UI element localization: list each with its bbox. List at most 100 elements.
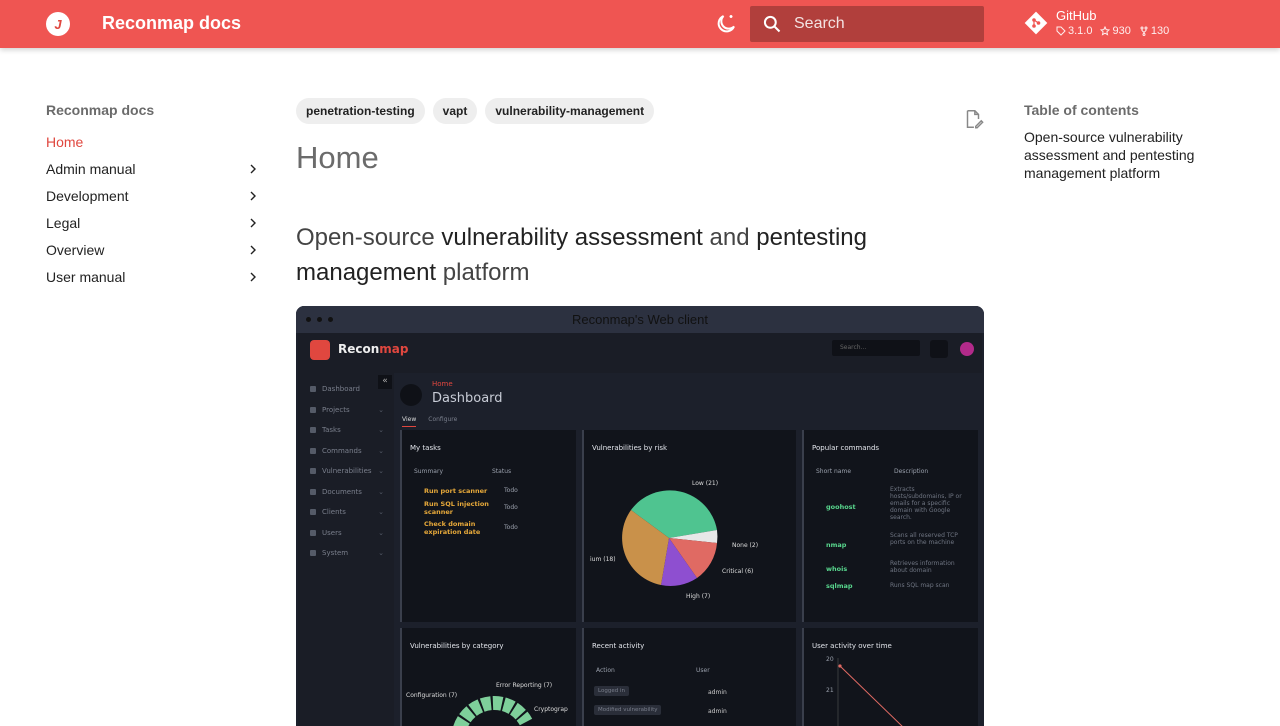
logo-glyph: J [54,16,62,32]
app-side-item: Clients ⌄ [298,502,394,523]
search-icon [763,15,781,33]
task-summary: Run port scanner [424,487,488,495]
command-name: goohost [826,503,856,511]
command-desc: Extracts hosts/subdomains, IP or emails … [890,486,962,521]
sidebar-nav: Reconmap docs Home Admin manual Developm… [46,102,258,290]
app-side-item: Documents ⌄ [298,482,394,503]
web-client-screenshot: Reconmap's Web client Reconmap Search...… [296,306,984,726]
fork-icon [1140,26,1148,36]
col-header: Status [492,468,512,475]
star-icon [1100,26,1111,36]
tag-list: penetration-testing vapt vulnerability-m… [296,98,984,124]
search-box[interactable] [750,6,984,42]
activity-action: Logged in [594,686,629,696]
col-header: Summary [414,468,443,475]
sidebar-item-admin-manual[interactable]: Admin manual [46,155,258,182]
task-status: Todo [504,504,518,511]
pie-label: Low (21) [692,480,719,487]
chevron-right-icon [250,164,256,173]
pie-label: ium (18) [590,556,616,563]
table-of-contents: Table of contents Open-source vulnerabil… [1024,102,1234,182]
repo-forks: 130 [1139,25,1169,37]
user-activity-line-chart [837,658,903,726]
card-title: My tasks [410,444,441,452]
command-name: sqlmap [826,582,853,590]
window-titlebar: Reconmap's Web client [296,306,984,333]
avatar [960,342,974,356]
task-status: Todo [504,524,518,531]
page-subtitle: Open-source vulnerability assessment and… [296,224,868,286]
sidebar-item-legal[interactable]: Legal [46,209,258,236]
chevron-right-icon [250,191,256,200]
sidebar-item-label: User manual [46,268,126,285]
search-input[interactable] [794,15,974,33]
card-vulns-by-category: Vulnerabilities by category Error Report… [400,628,576,726]
activity-user: admin [708,689,727,696]
activity-user: admin [708,708,727,715]
sidebar-item-overview[interactable]: Overview [46,236,258,263]
card-recent-activity: Recent activity Action User Logged in ad… [582,628,796,726]
chart-icon [400,384,422,406]
pie-label: High (7) [686,593,711,600]
card-user-activity: User activity over time 20 21 [802,628,978,726]
app-side-item: System ⌄ [298,543,394,564]
tag-icon [1056,26,1066,36]
edit-page-icon[interactable] [962,108,984,130]
repo-name: GitHub [1056,8,1097,23]
card-vulns-by-risk: Vulnerabilities by risk Low (21) None (2… [582,430,796,622]
tag-penetration-testing[interactable]: penetration-testing [296,98,425,124]
dashboard-tabs: View Configure [402,416,457,427]
git-icon [1024,11,1048,34]
chevron-right-icon [250,272,256,281]
sidebar-item-label: Home [46,133,84,150]
app-brand: Reconmap [338,342,409,356]
card-my-tasks: My tasks Summary Status Run port scanner… [400,430,576,622]
col-header: User [696,667,710,674]
app-topbar: Reconmap Search... [298,333,982,373]
card-title: Recent activity [592,642,645,650]
dark-mode-toggle-icon[interactable] [714,12,738,36]
app-side-item: Users ⌄ [298,523,394,544]
repo-stars: 930 [1100,25,1131,37]
command-name: nmap [826,541,847,549]
page-title: Home [296,140,379,175]
sidebar-item-user-manual[interactable]: User manual [46,263,258,290]
sidebar-title: Reconmap docs [46,102,155,118]
main-content: penetration-testing vapt vulnerability-m… [296,98,984,290]
toc-link[interactable]: Open-source vulnerability assessment and… [1024,128,1234,182]
repo-version: 3.1.0 [1056,25,1092,37]
dashboard-title: Dashboard [432,391,503,406]
figure-caption: Reconmap's Web client [572,312,708,327]
command-desc: Scans all reserved TCP ports on the mach… [890,532,958,546]
app-logo-icon [310,340,330,360]
chevron-right-icon [250,218,256,227]
tab-configure: Configure [428,416,458,423]
pie-label: None (2) [732,542,759,549]
app-side-item: Vulnerabilities ⌄ [298,461,394,482]
app-search: Search... [832,340,920,356]
task-summary: Check domain expiration date [424,520,481,536]
sidebar-item-development[interactable]: Development [46,182,258,209]
repo-link[interactable]: GitHub 3.1.0 930 130 [1024,8,1169,37]
pie-label: Critical (6) [722,568,754,575]
command-desc: Runs SQL map scan [890,582,950,589]
site-title[interactable]: Reconmap docs [102,13,241,34]
tag-vulnerability-management[interactable]: vulnerability-management [485,98,655,124]
app-side-item: Commands ⌄ [298,441,394,462]
col-header: Action [596,667,615,674]
command-name: whois [826,565,848,573]
app-side-item: Tasks ⌄ [298,420,394,441]
app-sidebar: Dashboard Projects ⌄ Tasks ⌄ Commands ⌄ Vul… [298,373,394,726]
tag-vapt[interactable]: vapt [432,98,478,124]
col-header: Short name [816,468,852,475]
category-donut-chart [453,696,533,726]
sidebar-item-label: Admin manual [46,160,136,177]
card-popular-commands: Popular commands Short name Description … [802,430,978,622]
col-header: Description [894,468,929,475]
card-title: Popular commands [812,444,880,452]
app-side-item: Projects ⌄ [298,400,394,421]
sidebar-item-label: Legal [46,214,81,231]
logo-icon[interactable]: J [46,12,70,36]
sidebar-item-home[interactable]: Home [46,128,258,155]
task-status: Todo [504,487,518,494]
